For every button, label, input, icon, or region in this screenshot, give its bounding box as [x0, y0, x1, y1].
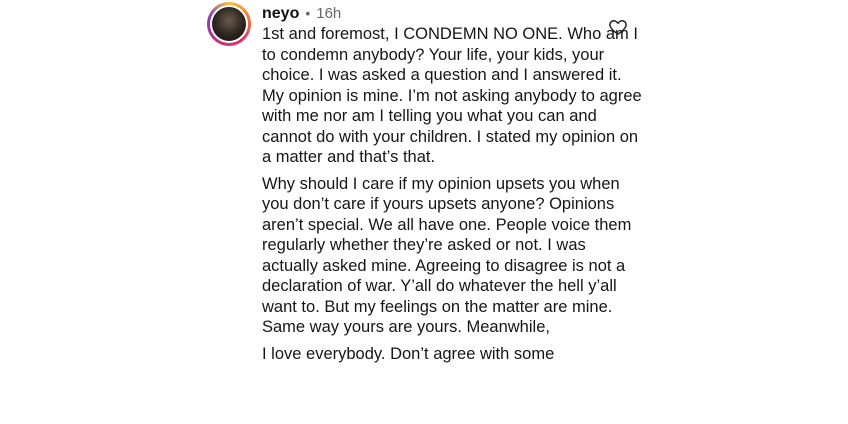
comment-paragraph: 1st and foremost, I CONDEMN NO ONE. Who …	[262, 25, 642, 166]
comment-header: neyo • 16h	[262, 2, 341, 25]
separator-dot: •	[305, 5, 311, 21]
comment-body: 1st and foremost, I CONDEMN NO ONE. Who …	[262, 24, 642, 370]
avatar-story-ring[interactable]	[207, 2, 251, 46]
comment-paragraph: Why should I care if my opinion upsets y…	[262, 174, 632, 337]
timestamp[interactable]: 16h	[316, 3, 341, 25]
heart-outline-icon[interactable]	[608, 17, 628, 37]
avatar[interactable]	[210, 5, 248, 43]
like-button[interactable]	[608, 17, 628, 37]
comment: neyo • 16h 1st and foremost, I CONDEMN N…	[207, 0, 647, 424]
username[interactable]: neyo	[262, 3, 299, 25]
comment-paragraph: I love everybody. Don’t agree with some	[262, 344, 555, 363]
